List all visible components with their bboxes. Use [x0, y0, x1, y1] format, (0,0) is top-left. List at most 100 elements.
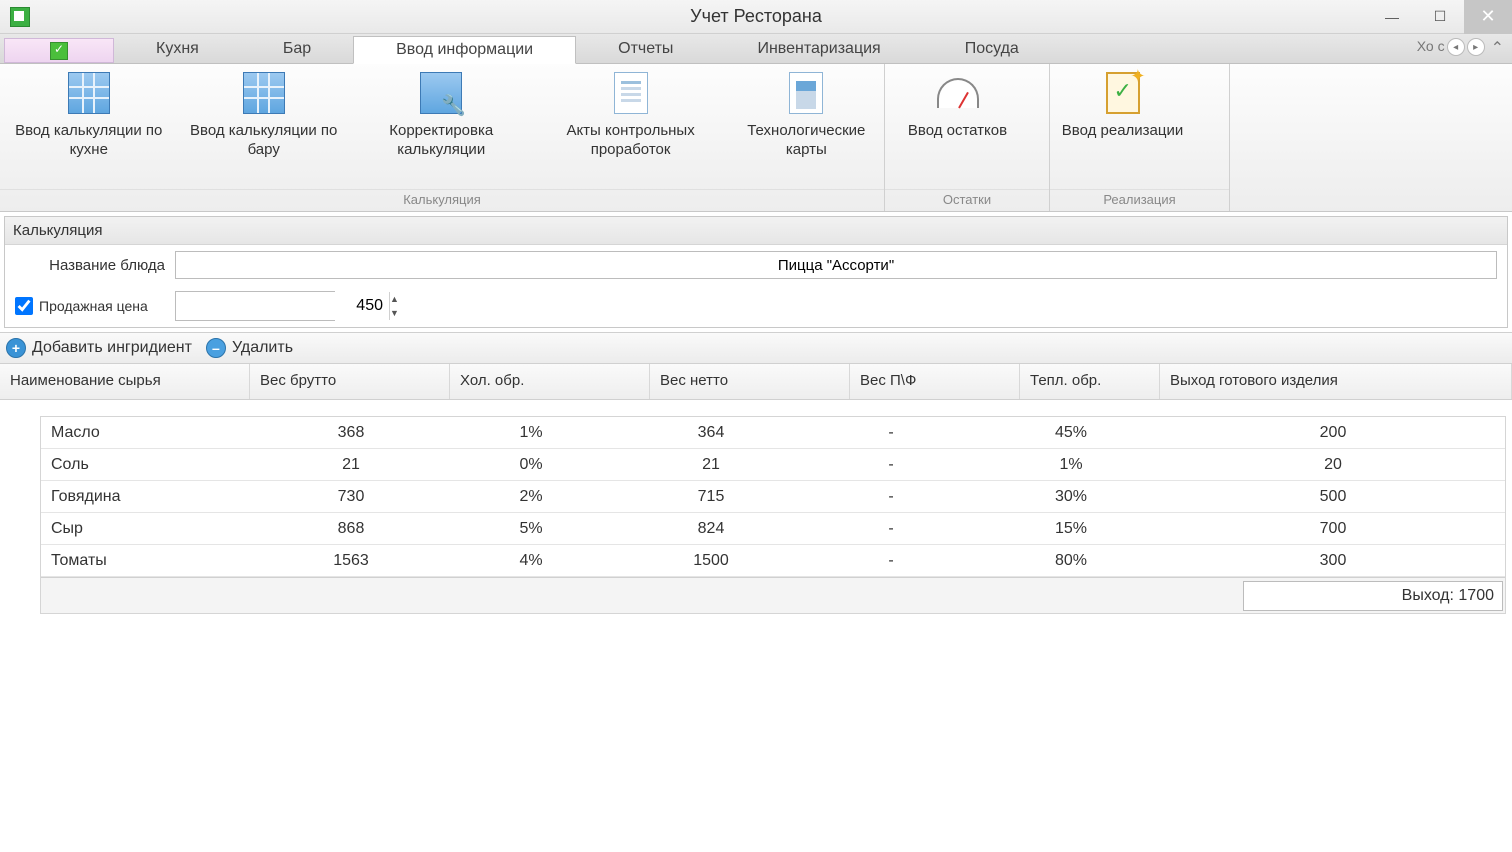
scroll-left-icon[interactable]: ◂ — [1447, 38, 1465, 56]
ribbon-tabstrip: Кухня Бар Ввод информации Отчеты Инвента… — [0, 34, 1512, 64]
table-row[interactable]: Говядина7302%715-30%500 — [41, 481, 1505, 513]
label: Ввод калькуляции по кухне — [10, 122, 167, 160]
col-brutto[interactable]: Вес брутто — [250, 364, 450, 399]
cell-cold: 0% — [441, 456, 621, 474]
clipboard-check-icon — [1106, 72, 1140, 114]
cell-pf: - — [801, 552, 981, 570]
sale-price-input[interactable] — [176, 292, 389, 320]
label: Ввод калькуляции по бару — [187, 122, 339, 160]
close-button[interactable]: ✕ — [1464, 0, 1512, 34]
btn-calc-correct[interactable]: Корректировка калькуляции — [350, 72, 533, 160]
cell-name: Томаты — [41, 552, 261, 570]
label: Ввод реализации — [1062, 122, 1183, 141]
table-row[interactable]: Сыр8685%824-15%700 — [41, 513, 1505, 545]
cell-pf: - — [801, 520, 981, 538]
cell-cold: 4% — [441, 552, 621, 570]
sale-price-label: Продажная цена — [39, 298, 148, 314]
label: Корректировка калькуляции — [360, 122, 523, 160]
cell-netto: 1500 — [621, 552, 801, 570]
cell-heat: 15% — [981, 520, 1161, 538]
btn-calc-kitchen[interactable]: Ввод калькуляции по кухне — [0, 72, 177, 160]
btn-acts[interactable]: Акты контрольных проработок — [533, 72, 729, 160]
label: Ввод остатков — [908, 122, 1007, 141]
sale-price-spinner[interactable]: ▲▼ — [175, 291, 335, 321]
tab-dishes[interactable]: Посуда — [923, 35, 1061, 63]
col-pf[interactable]: Вес П\Ф — [850, 364, 1020, 399]
delete-ingredient-button[interactable]: – Удалить — [206, 338, 293, 358]
tab-reports[interactable]: Отчеты — [576, 35, 715, 63]
table-row[interactable]: Томаты15634%1500-80%300 — [41, 545, 1505, 577]
calc-panel: Калькуляция Название блюда Продажная цен… — [4, 216, 1508, 328]
title-bar: Учет Ресторана — ☐ ✕ — [0, 0, 1512, 34]
cell-brutto: 868 — [261, 520, 441, 538]
cell-out: 20 — [1161, 456, 1505, 474]
minus-icon: – — [206, 338, 226, 358]
cell-brutto: 21 — [261, 456, 441, 474]
col-netto[interactable]: Вес нетто — [650, 364, 850, 399]
label: Добавить ингридиент — [32, 339, 192, 357]
cell-name: Соль — [41, 456, 261, 474]
add-ingredient-button[interactable]: + Добавить ингридиент — [6, 338, 192, 358]
cell-name: Сыр — [41, 520, 261, 538]
cell-pf: - — [801, 488, 981, 506]
tab-input[interactable]: Ввод информации — [353, 36, 576, 64]
maximize-button[interactable]: ☐ — [1416, 0, 1464, 34]
tab-bar[interactable]: Бар — [241, 35, 353, 63]
file-tab[interactable] — [4, 38, 114, 63]
grid-icon — [68, 72, 110, 114]
btn-balances[interactable]: Ввод остатков — [885, 72, 1030, 141]
btn-tech-cards[interactable]: Технологические карты — [729, 72, 884, 160]
btn-calc-bar[interactable]: Ввод калькуляции по бару — [177, 72, 349, 160]
ingredients-toolbar: + Добавить ингридиент – Удалить — [0, 332, 1512, 364]
cell-netto: 715 — [621, 488, 801, 506]
plus-icon: + — [6, 338, 26, 358]
grid-header: Наименование сырья Вес брутто Хол. обр. … — [0, 364, 1512, 400]
cell-brutto: 368 — [261, 424, 441, 442]
cell-name: Масло — [41, 424, 261, 442]
scroll-right-icon[interactable]: ▸ — [1467, 38, 1485, 56]
window-title: Учет Ресторана — [690, 6, 822, 27]
label: Технологические карты — [739, 122, 874, 160]
cell-out: 200 — [1161, 424, 1505, 442]
table-row[interactable]: Масло3681%364-45%200 — [41, 417, 1505, 449]
group-label-realization: Реализация — [1050, 189, 1229, 211]
tab-kitchen[interactable]: Кухня — [114, 35, 241, 63]
cell-heat: 1% — [981, 456, 1161, 474]
cell-cold: 1% — [441, 424, 621, 442]
cell-pf: - — [801, 456, 981, 474]
label: Акты контрольных проработок — [543, 122, 719, 160]
check-icon — [50, 42, 68, 60]
panel-title: Калькуляция — [5, 217, 1507, 245]
col-cold[interactable]: Хол. обр. — [450, 364, 650, 399]
cell-pf: - — [801, 424, 981, 442]
btn-realization[interactable]: Ввод реализации — [1050, 72, 1195, 141]
cell-out: 500 — [1161, 488, 1505, 506]
sale-price-checkbox[interactable] — [15, 297, 33, 315]
spin-down-icon[interactable]: ▼ — [390, 306, 399, 320]
group-label-calc: Калькуляция — [0, 189, 884, 211]
cell-netto: 364 — [621, 424, 801, 442]
group-label-balances: Остатки — [885, 189, 1049, 211]
table-row[interactable]: Соль210%21-1%20 — [41, 449, 1505, 481]
col-heat[interactable]: Тепл. обр. — [1020, 364, 1160, 399]
cell-out: 300 — [1161, 552, 1505, 570]
app-icon — [10, 7, 30, 27]
cell-netto: 824 — [621, 520, 801, 538]
cell-brutto: 730 — [261, 488, 441, 506]
summary-output: Выход: 1700 — [1243, 581, 1503, 611]
spin-up-icon[interactable]: ▲ — [390, 292, 399, 306]
document-icon — [614, 72, 648, 114]
cell-brutto: 1563 — [261, 552, 441, 570]
cell-out: 700 — [1161, 520, 1505, 538]
tab-inventory[interactable]: Инвентаризация — [715, 35, 922, 63]
cell-name: Говядина — [41, 488, 261, 506]
summary-row: Выход: 1700 — [41, 577, 1505, 613]
col-name[interactable]: Наименование сырья — [0, 364, 250, 399]
gauge-icon — [937, 78, 979, 108]
col-out[interactable]: Выход готового изделия — [1160, 364, 1512, 399]
minimize-button[interactable]: — — [1368, 0, 1416, 34]
label: Удалить — [232, 339, 293, 357]
dish-name-input[interactable] — [175, 251, 1497, 279]
collapse-ribbon-icon[interactable]: ⌃ — [1491, 38, 1504, 58]
cell-cold: 5% — [441, 520, 621, 538]
